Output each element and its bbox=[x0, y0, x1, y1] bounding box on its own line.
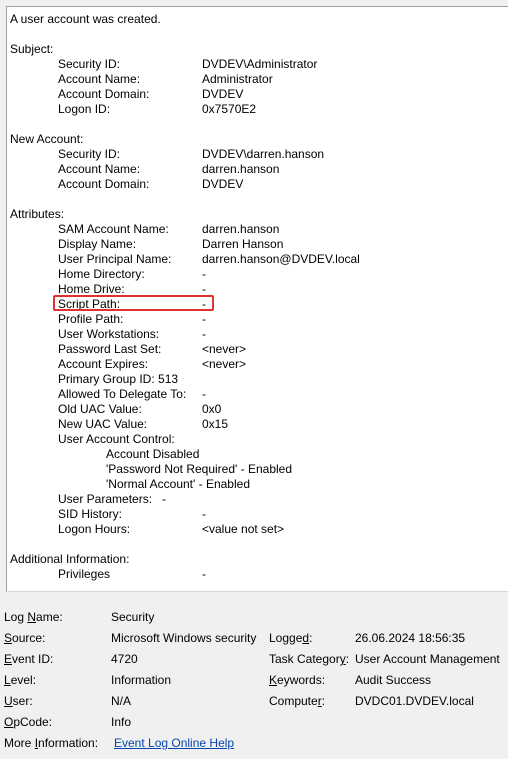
field-label: Logon Hours: bbox=[58, 522, 131, 536]
section-additional-information: Additional Information: bbox=[10, 552, 130, 566]
field-value: <never> bbox=[202, 357, 247, 371]
logged-value: 26.06.2024 18:56:35 bbox=[355, 631, 466, 645]
computer-label: Computer: bbox=[269, 694, 326, 708]
uac-flag: 'Password Not Required' - Enabled bbox=[106, 462, 293, 476]
opcode-value: Info bbox=[111, 715, 132, 729]
field-label: Account Domain: bbox=[58, 177, 150, 191]
field-value: DVDEV bbox=[202, 87, 244, 101]
field-value: - bbox=[202, 387, 206, 401]
field-value: - bbox=[202, 312, 206, 326]
user-label: User: bbox=[4, 694, 33, 708]
section-new-account: New Account: bbox=[10, 132, 84, 146]
field-label: Home Directory: bbox=[58, 267, 145, 281]
source-label: Source: bbox=[4, 631, 46, 645]
user-value: N/A bbox=[111, 694, 132, 708]
computer-value: DVDC01.DVDEV.local bbox=[355, 694, 474, 708]
field-label-script-path: Script Path: bbox=[58, 297, 121, 311]
field-value: Darren Hanson bbox=[202, 237, 284, 251]
field-label: Allowed To Delegate To: bbox=[58, 387, 187, 401]
event-headline: A user account was created. bbox=[10, 12, 161, 26]
field-label: Account Domain: bbox=[58, 87, 150, 101]
opcode-label: OpCode: bbox=[4, 715, 53, 729]
field-value-script-path: - bbox=[202, 297, 206, 311]
field-value: - bbox=[202, 567, 206, 581]
event-description-box[interactable]: A user account was created. Subject: Sec… bbox=[6, 6, 508, 592]
field-value: DVDEV\darren.hanson bbox=[202, 147, 325, 161]
field-value: - bbox=[202, 282, 206, 296]
field-value: DVDEV bbox=[202, 177, 244, 191]
log-name-label: Log Name: bbox=[4, 610, 63, 624]
field-label: Password Last Set: bbox=[58, 342, 162, 356]
field-label: Account Name: bbox=[58, 72, 141, 86]
field-label: Home Drive: bbox=[58, 282, 125, 296]
field-label: Logon ID: bbox=[58, 102, 111, 116]
uac-flag: 'Normal Account' - Enabled bbox=[106, 477, 250, 491]
task-category-value: User Account Management bbox=[355, 652, 500, 666]
level-label: Level: bbox=[4, 673, 37, 687]
field-label: Security ID: bbox=[58, 147, 121, 161]
logged-label: Logged: bbox=[269, 631, 313, 645]
field-label: Old UAC Value: bbox=[58, 402, 142, 416]
event-log-online-help-link[interactable]: Event Log Online Help bbox=[114, 735, 234, 751]
section-attributes: Attributes: bbox=[10, 207, 65, 221]
level-value: Information bbox=[111, 673, 172, 687]
field-label: Profile Path: bbox=[58, 312, 124, 326]
field-label: New UAC Value: bbox=[58, 417, 148, 431]
field-label: Security ID: bbox=[58, 57, 121, 71]
field-value: <value not set> bbox=[202, 522, 285, 536]
log-name-value: Security bbox=[111, 610, 155, 624]
keywords-value: Audit Success bbox=[355, 673, 432, 687]
field-value: - bbox=[202, 507, 206, 521]
event-id-value: 4720 bbox=[111, 652, 138, 666]
task-category-label: Task Category: bbox=[269, 652, 350, 666]
event-details-panel: Log Name: Security Source: Microsoft Win… bbox=[0, 600, 508, 759]
field-value: Administrator bbox=[202, 72, 273, 86]
field-value: darren.hanson bbox=[202, 162, 280, 176]
more-information-label: More Information: bbox=[4, 736, 99, 750]
field-value: DVDEV\Administrator bbox=[202, 57, 318, 71]
uac-flag: Account Disabled bbox=[106, 447, 200, 461]
field-value: <never> bbox=[202, 342, 247, 356]
section-subject: Subject: bbox=[10, 42, 54, 56]
field-label: User Principal Name: bbox=[58, 252, 172, 266]
field-value: - bbox=[202, 327, 206, 341]
field-label: SID History: bbox=[58, 507, 123, 521]
field-label: User Workstations: bbox=[58, 327, 160, 341]
event-id-label: Event ID: bbox=[4, 652, 54, 666]
field-value: - bbox=[202, 267, 206, 281]
field-value: 0x0 bbox=[202, 402, 222, 416]
field-label: Account Expires: bbox=[58, 357, 149, 371]
field-value: 0x15 bbox=[202, 417, 229, 431]
field-value: darren.hanson bbox=[202, 222, 280, 236]
field-value: darren.hanson@DVDEV.local bbox=[202, 252, 360, 266]
event-log-online-help-link-text[interactable]: Event Log Online Help bbox=[114, 736, 234, 750]
field-value: 0x7570E2 bbox=[202, 102, 257, 116]
field-label: Primary Group ID: 513 bbox=[58, 372, 179, 386]
field-label: Account Name: bbox=[58, 162, 141, 176]
field-label: SAM Account Name: bbox=[58, 222, 169, 236]
keywords-label: Keywords: bbox=[269, 673, 326, 687]
field-label: User Account Control: bbox=[58, 432, 175, 446]
source-value: Microsoft Windows security bbox=[111, 631, 257, 645]
field-label: Display Name: bbox=[58, 237, 137, 251]
field-label: Privileges bbox=[58, 567, 111, 581]
user-parameters: User Parameters: - bbox=[58, 492, 167, 506]
